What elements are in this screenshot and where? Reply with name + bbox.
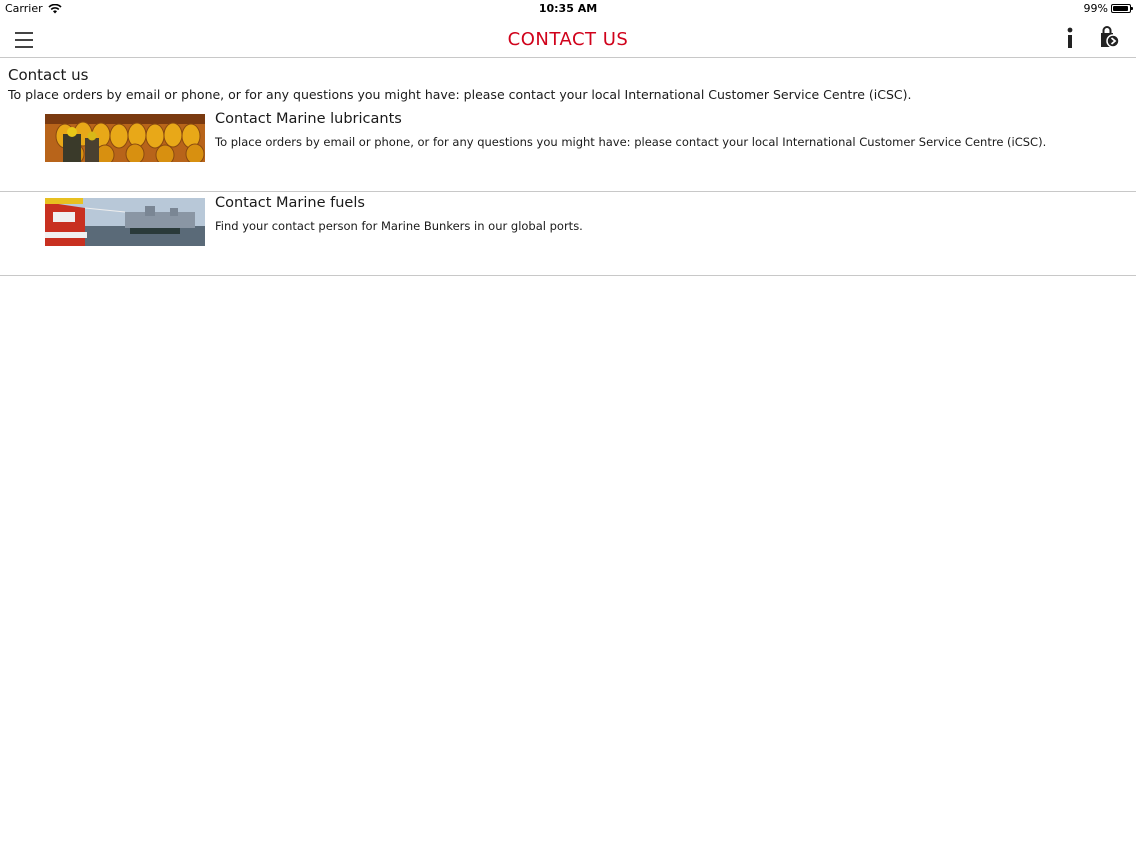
harbour-ship-image xyxy=(45,198,205,246)
navigation-bar: CONTACT US xyxy=(0,18,1136,58)
item-description: Find your contact person for Marine Bunk… xyxy=(215,219,583,233)
cart-icon[interactable] xyxy=(1097,26,1121,50)
oil-barrels-image xyxy=(45,114,205,162)
battery-percent: 99% xyxy=(1083,2,1108,15)
item-description: To place orders by email or phone, or fo… xyxy=(215,135,1047,149)
item-title: Contact Marine fuels xyxy=(215,195,365,211)
status-bar: Carrier 10:35 AM 99% xyxy=(0,0,1136,18)
item-title: Contact Marine lubricants xyxy=(215,111,402,127)
info-icon[interactable] xyxy=(1062,26,1078,50)
status-time: 10:35 AM xyxy=(538,2,598,15)
intro-text: To place orders by email or phone, or fo… xyxy=(8,87,912,102)
list-item-marine-lubricants[interactable]: Contact Marine lubricants To place order… xyxy=(0,107,1136,192)
list-item-marine-fuels[interactable]: Contact Marine fuels Find your contact p… xyxy=(0,191,1136,276)
battery-icon xyxy=(1111,4,1133,13)
battery-indicator: 99% xyxy=(1083,2,1133,15)
intro-section: Contact us To place orders by email or p… xyxy=(8,66,1118,102)
intro-heading: Contact us xyxy=(8,66,89,84)
page-title: CONTACT US xyxy=(507,29,629,50)
